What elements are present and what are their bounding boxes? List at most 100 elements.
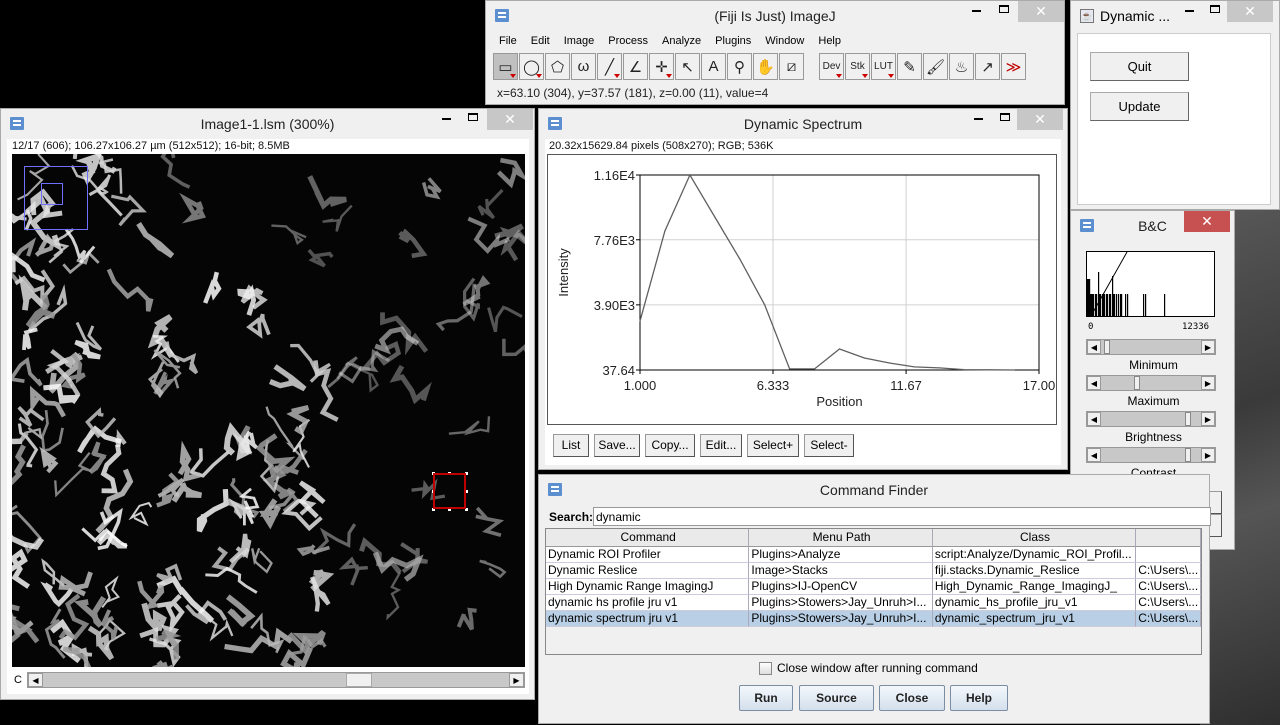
lut-menu-button[interactable]: LUT: [871, 53, 896, 80]
menu-image[interactable]: Image: [564, 35, 595, 51]
minimum-slider[interactable]: ◀ ▶: [1086, 339, 1216, 355]
line-tool-button[interactable]: ╱: [597, 53, 622, 80]
image-canvas[interactable]: [12, 154, 525, 667]
wand-tool-button[interactable]: ↖: [675, 53, 700, 80]
slider-thumb[interactable]: [1103, 340, 1110, 354]
search-input[interactable]: [593, 507, 1211, 526]
maximize-button[interactable]: [990, 1, 1018, 22]
roi-rectangle[interactable]: [433, 473, 466, 509]
dev-menu-button[interactable]: Dev: [819, 53, 844, 80]
menu-bar: File Edit Image Process Analyze Plugins Window…: [486, 31, 1064, 51]
quit-button[interactable]: Quit: [1090, 52, 1189, 81]
close-button[interactable]: ✕: [1184, 211, 1230, 232]
column-header[interactable]: [1136, 529, 1201, 547]
title-bar[interactable]: (Fiji Is Just) ImageJ ✕: [486, 1, 1064, 31]
color-picker-tool-button[interactable]: ⧄: [779, 53, 804, 80]
rectangle-tool-button[interactable]: ▭: [493, 53, 518, 80]
close-button[interactable]: ✕: [1018, 1, 1064, 22]
brightness-slider[interactable]: ◀ ▶: [1086, 411, 1216, 427]
minimize-icon: [1184, 9, 1194, 12]
hand-tool-button[interactable]: ✋: [753, 53, 778, 80]
update-button[interactable]: Update: [1090, 92, 1189, 121]
maximize-button[interactable]: [1201, 1, 1229, 22]
help-button[interactable]: Help: [950, 685, 1008, 711]
maximize-button[interactable]: [459, 109, 487, 130]
stk-menu-button[interactable]: Stk: [845, 53, 870, 80]
slider-thumb[interactable]: [1185, 448, 1192, 462]
run-button[interactable]: Run: [739, 685, 793, 711]
column-header[interactable]: Menu Path: [749, 529, 933, 547]
angle-tool-button[interactable]: ∠: [623, 53, 648, 80]
oval-tool-button[interactable]: ◯: [519, 53, 544, 80]
slider-right-arrow[interactable]: ▶: [1201, 448, 1215, 462]
menu-edit[interactable]: Edit: [531, 35, 550, 51]
title-bar[interactable]: B&C ✕: [1071, 211, 1234, 241]
close-after-checkbox[interactable]: [759, 661, 772, 675]
flood-fill-tool-button[interactable]: ♨: [949, 53, 974, 80]
slider-right-arrow[interactable]: ▶: [1201, 412, 1215, 426]
table-row[interactable]: Dynamic Reslice Image>Stacks fiji.stacks.D…: [546, 563, 1201, 579]
text-tool-button[interactable]: A: [701, 53, 726, 80]
plot-edit-button[interactable]: Edit...: [700, 434, 742, 457]
data-point: [913, 366, 915, 368]
line-chart[interactable]: 1.000 6.333 11.67 17.00 37.64 3.90E3 7.76E3 1.1…: [548, 155, 1058, 426]
table-row[interactable]: dynamic spectrum jru v1 Plugins>Stowers>J…: [546, 611, 1201, 627]
scroll-thumb[interactable]: [346, 673, 372, 687]
plot-save-button[interactable]: Save...: [594, 434, 640, 457]
menu-process[interactable]: Process: [608, 35, 648, 51]
title-bar[interactable]: ☕ Dynamic ... ✕: [1071, 1, 1279, 31]
channel-scrollbar[interactable]: ◀ ▶: [27, 672, 525, 688]
plot-list-button[interactable]: List: [553, 434, 589, 457]
close-icon: ✕: [1035, 3, 1047, 19]
more-tools-button[interactable]: ≫: [1001, 53, 1026, 80]
slider-right-arrow[interactable]: ▶: [1201, 340, 1215, 354]
minimize-button[interactable]: [432, 109, 460, 130]
polygon-tool-button[interactable]: ⬠: [545, 53, 570, 80]
contrast-slider[interactable]: ◀ ▶: [1086, 447, 1216, 463]
slider-thumb[interactable]: [1133, 376, 1140, 390]
menu-help[interactable]: Help: [818, 35, 841, 51]
point-tool-button[interactable]: ✛: [649, 53, 674, 80]
title-bar[interactable]: Dynamic Spectrum ✕: [539, 109, 1067, 139]
column-header[interactable]: Command: [546, 529, 750, 547]
filament: [39, 446, 59, 474]
magnifier-tool-button[interactable]: ⚲: [727, 53, 752, 80]
scroll-right-arrow[interactable]: ▶: [509, 673, 524, 687]
title-bar[interactable]: Image1-1.lsm (300%) ✕: [1, 109, 534, 139]
menu-file[interactable]: File: [499, 35, 517, 51]
slider-left-arrow[interactable]: ◀: [1087, 412, 1101, 426]
table-row[interactable]: Dynamic ROI Profiler Plugins>Analyze scrip…: [546, 547, 1201, 563]
filament: [58, 571, 93, 597]
source-button[interactable]: Source: [799, 685, 874, 711]
slider-left-arrow[interactable]: ◀: [1087, 340, 1101, 354]
slider-right-arrow[interactable]: ▶: [1201, 376, 1215, 390]
close-finder-button[interactable]: Close: [879, 685, 945, 711]
close-button[interactable]: ✕: [487, 109, 533, 130]
menu-window[interactable]: Window: [765, 35, 804, 51]
table-row[interactable]: High Dynamic Range ImagingJ Plugins>IJ-Op…: [546, 579, 1201, 595]
minimize-button[interactable]: [962, 1, 990, 22]
column-header[interactable]: Class: [932, 529, 1137, 547]
pencil-tool-button[interactable]: ✎: [897, 53, 922, 80]
slider-thumb[interactable]: [1185, 412, 1192, 426]
brush-tool-button[interactable]: 🖌: [923, 53, 948, 80]
maximize-button[interactable]: [991, 109, 1019, 130]
plot-select-minus-button[interactable]: Select-: [804, 434, 854, 457]
plot-copy-button[interactable]: Copy...: [645, 434, 695, 457]
minimize-button[interactable]: [1175, 1, 1203, 22]
minimize-button[interactable]: [964, 109, 992, 130]
scroll-left-arrow[interactable]: ◀: [28, 673, 43, 687]
freehand-tool-button[interactable]: ω: [571, 53, 596, 80]
maximum-slider[interactable]: ◀ ▶: [1086, 375, 1216, 391]
plot-select-plus-button[interactable]: Select+: [747, 434, 799, 457]
slider-left-arrow[interactable]: ◀: [1087, 448, 1101, 462]
close-after-option[interactable]: Close window after running command: [759, 661, 978, 675]
menu-analyze[interactable]: Analyze: [662, 35, 701, 51]
arrow-tool-button[interactable]: ↗: [975, 53, 1000, 80]
close-button[interactable]: ✕: [1227, 1, 1273, 22]
title-bar[interactable]: Command Finder: [539, 475, 1209, 505]
menu-plugins[interactable]: Plugins: [715, 35, 751, 51]
slider-left-arrow[interactable]: ◀: [1087, 376, 1101, 390]
close-button[interactable]: ✕: [1017, 109, 1063, 130]
table-row[interactable]: dynamic hs profile jru v1 Plugins>Stowers…: [546, 595, 1201, 611]
